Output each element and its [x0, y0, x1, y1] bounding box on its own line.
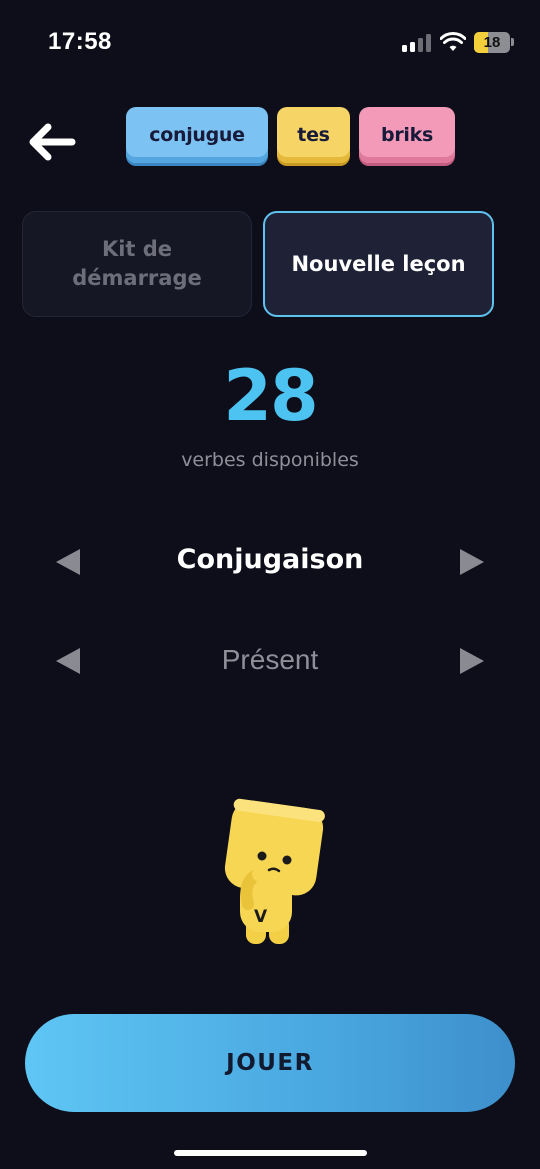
- mascot-icon: V: [224, 798, 325, 944]
- play-button[interactable]: JOUER: [25, 1014, 515, 1112]
- triangle-left-icon: [56, 549, 80, 575]
- tense-prev-button[interactable]: [48, 641, 88, 681]
- status-time: 17:58: [48, 28, 112, 55]
- battery-cap: [511, 38, 514, 46]
- title-word-briks: briks: [359, 107, 455, 163]
- verb-count-label: verbes disponibles: [181, 449, 359, 471]
- verb-count: 28: [223, 355, 318, 437]
- mode-value: Conjugaison: [176, 544, 364, 575]
- tab-kit-label: Kit de démarrage: [72, 237, 202, 290]
- triangle-right-icon: [460, 648, 484, 674]
- status-bar: 17:58 18: [0, 0, 540, 86]
- title-word-tes: tes: [277, 107, 350, 163]
- play-button-label: JOUER: [226, 1050, 314, 1076]
- signal-icon: [402, 34, 432, 52]
- battery-icon: 18: [474, 32, 510, 53]
- arrow-left-icon: [29, 123, 76, 161]
- triangle-left-icon: [56, 648, 80, 674]
- battery-level: 18: [483, 34, 501, 51]
- tab-nouvelle-lecon[interactable]: Nouvelle leçon: [263, 211, 494, 317]
- tab-lecon-label: Nouvelle leçon: [291, 251, 466, 276]
- wifi-icon: [440, 32, 466, 51]
- title-word-conjugue: conjugue: [126, 107, 268, 163]
- back-button[interactable]: [24, 116, 84, 168]
- tense-value: Présent: [221, 644, 319, 675]
- tab-kit-de-demarrage[interactable]: Kit de démarrage: [22, 211, 252, 317]
- mode-prev-button[interactable]: [48, 542, 88, 582]
- mascot-badge-letter: V: [254, 907, 268, 927]
- app-screen: 17:58 18 conjugue tes briks Kit de démar: [0, 0, 540, 1169]
- tense-next-button[interactable]: [452, 641, 492, 681]
- home-indicator[interactable]: [174, 1150, 367, 1156]
- mode-next-button[interactable]: [452, 542, 492, 582]
- triangle-right-icon: [460, 549, 484, 575]
